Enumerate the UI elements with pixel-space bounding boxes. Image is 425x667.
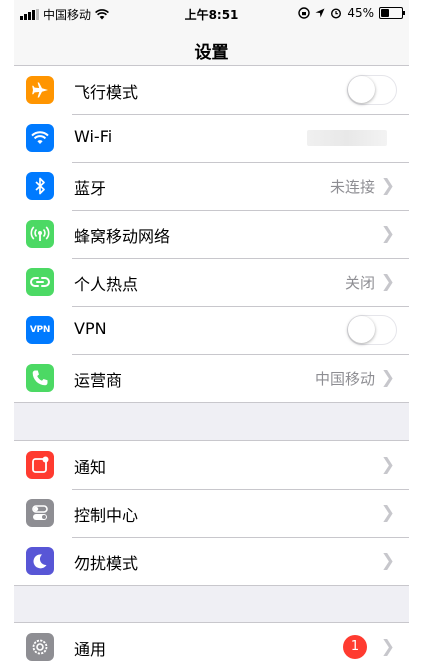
battery-fill <box>381 9 390 17</box>
vpn-icon: VPN <box>26 316 54 344</box>
location-icon <box>315 8 325 18</box>
settings-group-notifications: 通知 ❯ 控制中心 ❯ 勿扰模式 ❯ <box>14 440 409 586</box>
vpn-icon-text: VPN <box>29 325 51 335</box>
bluetooth-status-value: 未连接 <box>329 178 375 196</box>
chevron-right-icon: ❯ <box>380 503 395 523</box>
cellular-icon <box>26 220 54 248</box>
notifications-icon <box>26 451 54 479</box>
chevron-right-icon: ❯ <box>380 455 395 475</box>
page-title: 设置 <box>194 43 229 63</box>
chevron-right-icon: ❯ <box>380 176 395 196</box>
orientation-lock-icon <box>298 7 311 19</box>
bluetooth-label: 蓝牙 <box>74 179 107 198</box>
chevron-right-icon: ❯ <box>380 637 395 657</box>
chevron-right-icon: ❯ <box>380 224 395 244</box>
alarm-icon <box>331 8 342 19</box>
personal-hotspot-value: 关闭 <box>344 274 375 292</box>
carrier-value: 中国移动 <box>314 370 375 388</box>
airplane-icon <box>26 76 54 104</box>
row-cellular[interactable]: 蜂窝移动网络 ❯ <box>14 210 409 258</box>
row-bluetooth[interactable]: 蓝牙 未连接 ❯ <box>14 162 409 210</box>
wifi-label: Wi-Fi <box>74 127 113 146</box>
wifi-icon <box>26 124 54 152</box>
settings-group-connectivity: 飞行模式 Wi-Fi 蓝牙 未连接 ❯ 蜂窝移动网络 ❯ 个人热点 关闭 ❯ V… <box>14 65 409 403</box>
airplane-mode-toggle[interactable] <box>347 75 397 105</box>
bluetooth-icon <box>26 172 54 200</box>
row-notifications[interactable]: 通知 ❯ <box>14 441 409 489</box>
general-label: 通用 <box>74 640 107 659</box>
vpn-label: VPN <box>74 319 107 338</box>
row-general[interactable]: 通用 1 ❯ <box>14 623 409 667</box>
hotspot-icon <box>26 268 54 296</box>
status-right: 45% <box>298 6 405 20</box>
carrier-label: 运营商 <box>74 371 123 390</box>
battery-icon <box>379 7 405 19</box>
moon-icon <box>26 547 54 575</box>
battery-percent: 45% <box>347 6 374 20</box>
row-airplane-mode[interactable]: 飞行模式 <box>14 66 409 114</box>
chevron-right-icon: ❯ <box>380 551 395 571</box>
chevron-right-icon: ❯ <box>380 368 395 388</box>
control-center-label: 控制中心 <box>74 506 139 525</box>
notifications-label: 通知 <box>74 458 107 477</box>
chevron-right-icon: ❯ <box>380 272 395 292</box>
row-control-center[interactable]: 控制中心 ❯ <box>14 489 409 537</box>
row-wifi[interactable]: Wi-Fi <box>14 114 409 162</box>
settings-group-general: 通用 1 ❯ <box>14 622 409 667</box>
wifi-network-value-redacted <box>307 130 387 146</box>
row-do-not-disturb[interactable]: 勿扰模式 ❯ <box>14 537 409 585</box>
do-not-disturb-label: 勿扰模式 <box>74 554 139 573</box>
control-center-icon <box>26 499 54 527</box>
cellular-label: 蜂窝移动网络 <box>74 227 171 246</box>
phone-icon <box>26 364 54 392</box>
settings-screen: 中国移动 上午8:51 45% 设置 飞行模式 Wi-Fi 蓝牙 未连接 ❯ 蜂… <box>14 0 409 667</box>
vpn-toggle[interactable] <box>347 315 397 345</box>
status-bar: 中国移动 上午8:51 45% <box>14 0 409 28</box>
airplane-mode-label: 飞行模式 <box>74 83 139 102</box>
personal-hotspot-label: 个人热点 <box>74 275 139 294</box>
row-personal-hotspot[interactable]: 个人热点 关闭 ❯ <box>14 258 409 306</box>
update-badge: 1 <box>343 635 367 659</box>
gear-icon <box>26 633 54 661</box>
row-carrier[interactable]: 运营商 中国移动 ❯ <box>14 354 409 402</box>
row-vpn[interactable]: VPN VPN <box>14 306 409 354</box>
